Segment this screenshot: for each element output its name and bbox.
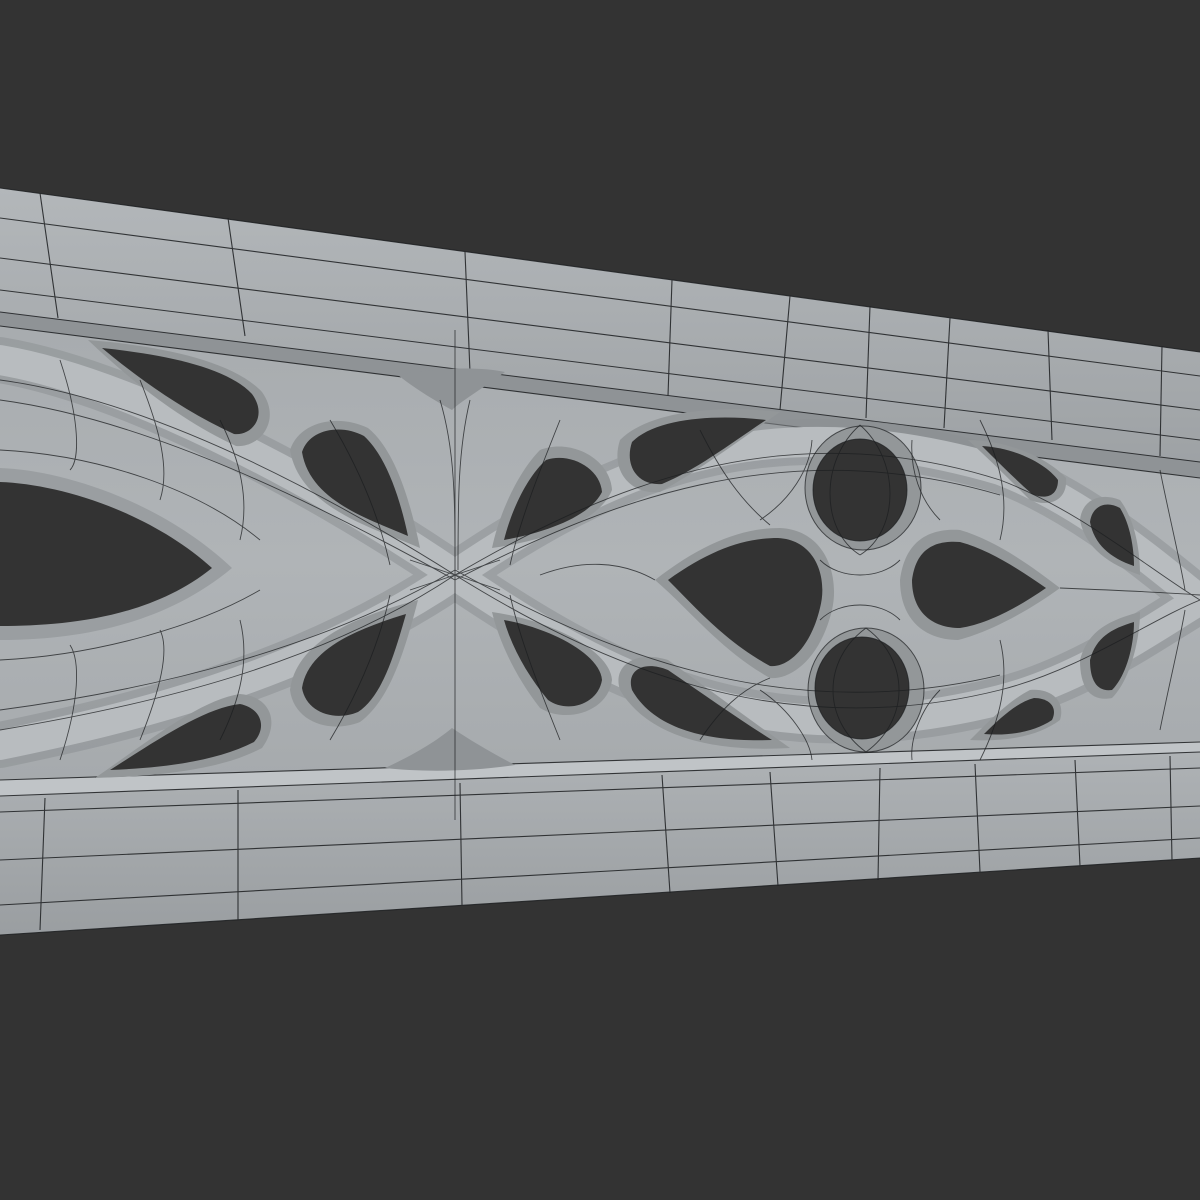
opening-circle-top (805, 426, 921, 550)
tracery-model (0, 187, 1200, 936)
render-viewport (0, 0, 1200, 1200)
